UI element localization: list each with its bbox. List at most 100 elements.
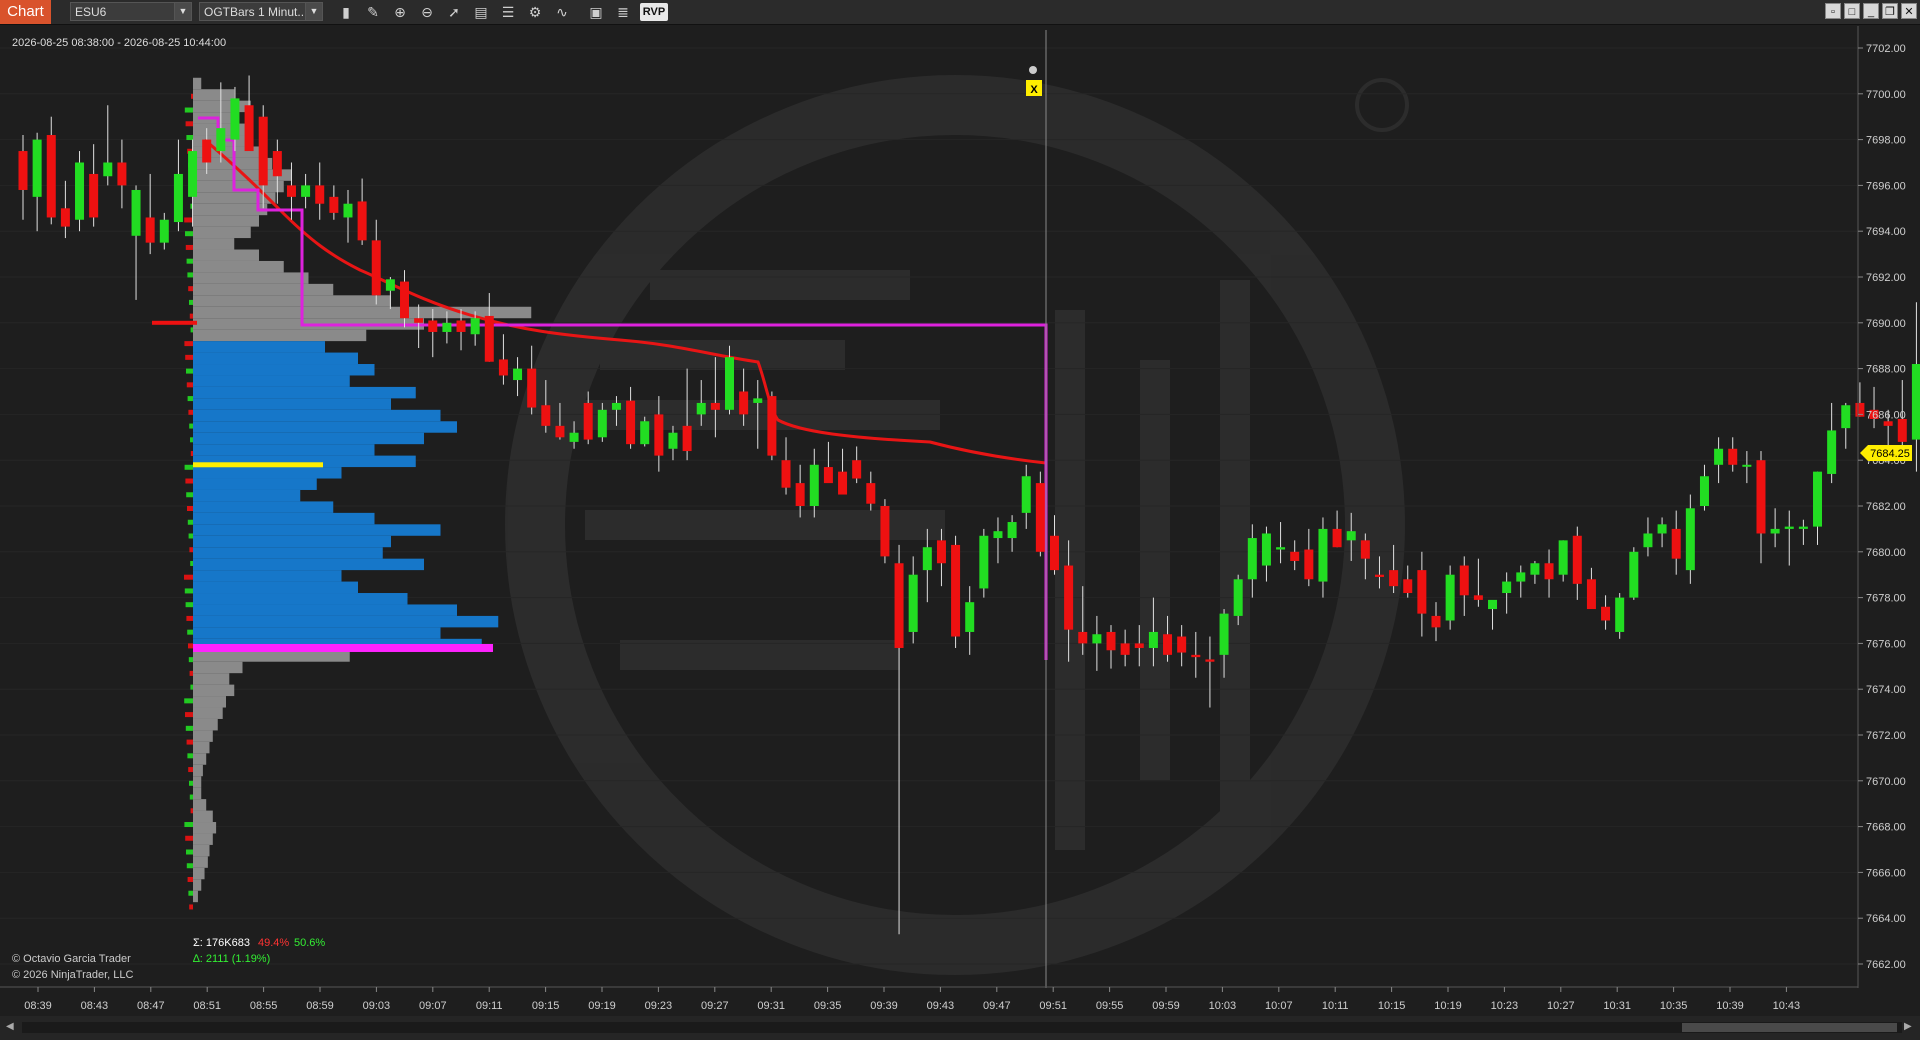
candle — [46, 116, 56, 225]
delta-bar — [189, 904, 193, 910]
candle-body — [527, 368, 537, 408]
delta-bar — [188, 286, 193, 292]
value-area-row — [193, 489, 301, 502]
candle-body — [46, 135, 56, 218]
candle-body — [1049, 535, 1059, 571]
candle-body — [513, 368, 523, 381]
delta-bar — [186, 382, 193, 388]
candle-body — [1403, 579, 1413, 594]
candle — [484, 293, 494, 362]
candle — [1459, 556, 1469, 616]
time-tick-label: 10:19 — [1434, 1000, 1462, 1012]
volume-profile — [152, 77, 532, 910]
price-tick-label: 7696.00 — [1866, 180, 1906, 192]
delta-bar — [185, 354, 193, 360]
delta-bar — [186, 863, 193, 869]
candle-body — [1488, 599, 1498, 610]
profile-row — [193, 753, 207, 765]
candle-body — [1035, 483, 1045, 552]
candle — [894, 544, 904, 935]
candle-body — [1233, 579, 1243, 616]
time-tick-label: 09:19 — [588, 1000, 616, 1012]
profile-row — [193, 661, 243, 674]
candle — [979, 528, 989, 598]
candle-body — [75, 162, 85, 220]
horizontal-scrollbar[interactable]: ◀ ▶ — [0, 1016, 1920, 1040]
candle-body — [1714, 448, 1724, 465]
profile-row — [193, 741, 210, 754]
time-tick-label: 09:55 — [1096, 1000, 1124, 1012]
candle — [1558, 540, 1568, 582]
candle — [880, 499, 890, 564]
time-tick-label: 09:47 — [983, 1000, 1011, 1012]
candle-body — [442, 322, 452, 332]
candle — [1120, 629, 1130, 667]
value-area-row — [193, 547, 383, 559]
candle — [32, 132, 42, 232]
candle — [173, 139, 183, 232]
candle-body — [258, 116, 268, 186]
candle — [1813, 471, 1823, 545]
candle — [1445, 565, 1455, 630]
delta-bar — [186, 615, 193, 621]
candle — [315, 162, 325, 220]
candle-body — [1134, 643, 1144, 648]
candle — [1770, 508, 1780, 548]
time-tick-label: 10:11 — [1322, 1000, 1349, 1012]
candle-body — [569, 432, 579, 442]
delta-bar — [184, 822, 193, 828]
candle-body — [795, 483, 805, 506]
delta-bar — [187, 272, 193, 278]
candle-body — [470, 318, 480, 335]
time-tick-label: 09:35 — [814, 1000, 842, 1012]
candle — [159, 212, 169, 250]
candle — [343, 189, 353, 243]
candle-body — [654, 414, 664, 456]
candle — [1403, 565, 1413, 598]
candle-body — [809, 464, 819, 506]
candle-body — [400, 281, 410, 319]
price-tick-label: 7702.00 — [1866, 43, 1906, 55]
time-axis[interactable]: 08:39 08:43 08:47 08:51 08:55 08:59 09:03 09:07… — [24, 987, 1800, 1012]
candle — [1007, 515, 1017, 552]
chart-panel[interactable]: X 7702.00 7700.00 7698.00 7696.00 7694.00 769… — [0, 0, 1920, 1016]
poc-line — [193, 643, 493, 652]
marker-label: X — [1030, 84, 1038, 96]
profile-row — [193, 77, 202, 90]
candle-body — [371, 240, 381, 296]
candle-body — [1601, 606, 1611, 621]
price-tick-label: 7700.00 — [1866, 89, 1906, 101]
chart-marker[interactable]: X — [1026, 66, 1042, 96]
candle-body — [894, 563, 904, 648]
candle-body — [1304, 549, 1314, 580]
candle-body — [951, 544, 961, 637]
candle — [1855, 382, 1865, 417]
candle-body — [89, 173, 99, 218]
candle-body — [188, 151, 198, 197]
value-area-row — [193, 432, 424, 445]
delta-bar — [188, 890, 193, 896]
scroll-right-icon[interactable]: ▶ — [1904, 1021, 1916, 1033]
candle-body — [1021, 476, 1031, 513]
delta-bar — [185, 478, 193, 484]
candle-body — [1544, 563, 1554, 580]
candle — [1657, 517, 1667, 548]
profile-level-line — [193, 462, 323, 468]
scroll-track[interactable] — [22, 1022, 1902, 1033]
profile-row — [193, 673, 230, 685]
delta-bar — [187, 506, 193, 511]
candle — [1290, 540, 1300, 571]
profile-row — [193, 283, 334, 296]
scroll-thumb[interactable] — [1682, 1023, 1897, 1032]
price-tick-label: 7680.00 — [1866, 547, 1906, 559]
candle-body — [117, 162, 127, 186]
candle-body — [32, 139, 42, 197]
delta-bar — [185, 244, 193, 250]
scroll-left-icon[interactable]: ◀ — [6, 1021, 18, 1033]
value-area-row — [193, 535, 391, 548]
candle-body — [852, 460, 862, 479]
price-axis[interactable]: 7702.00 7700.00 7698.00 7696.00 7694.00 7692.… — [1858, 43, 1906, 971]
value-area-row — [193, 444, 375, 456]
time-tick-label: 08:43 — [81, 1000, 109, 1012]
candle — [1431, 602, 1441, 642]
